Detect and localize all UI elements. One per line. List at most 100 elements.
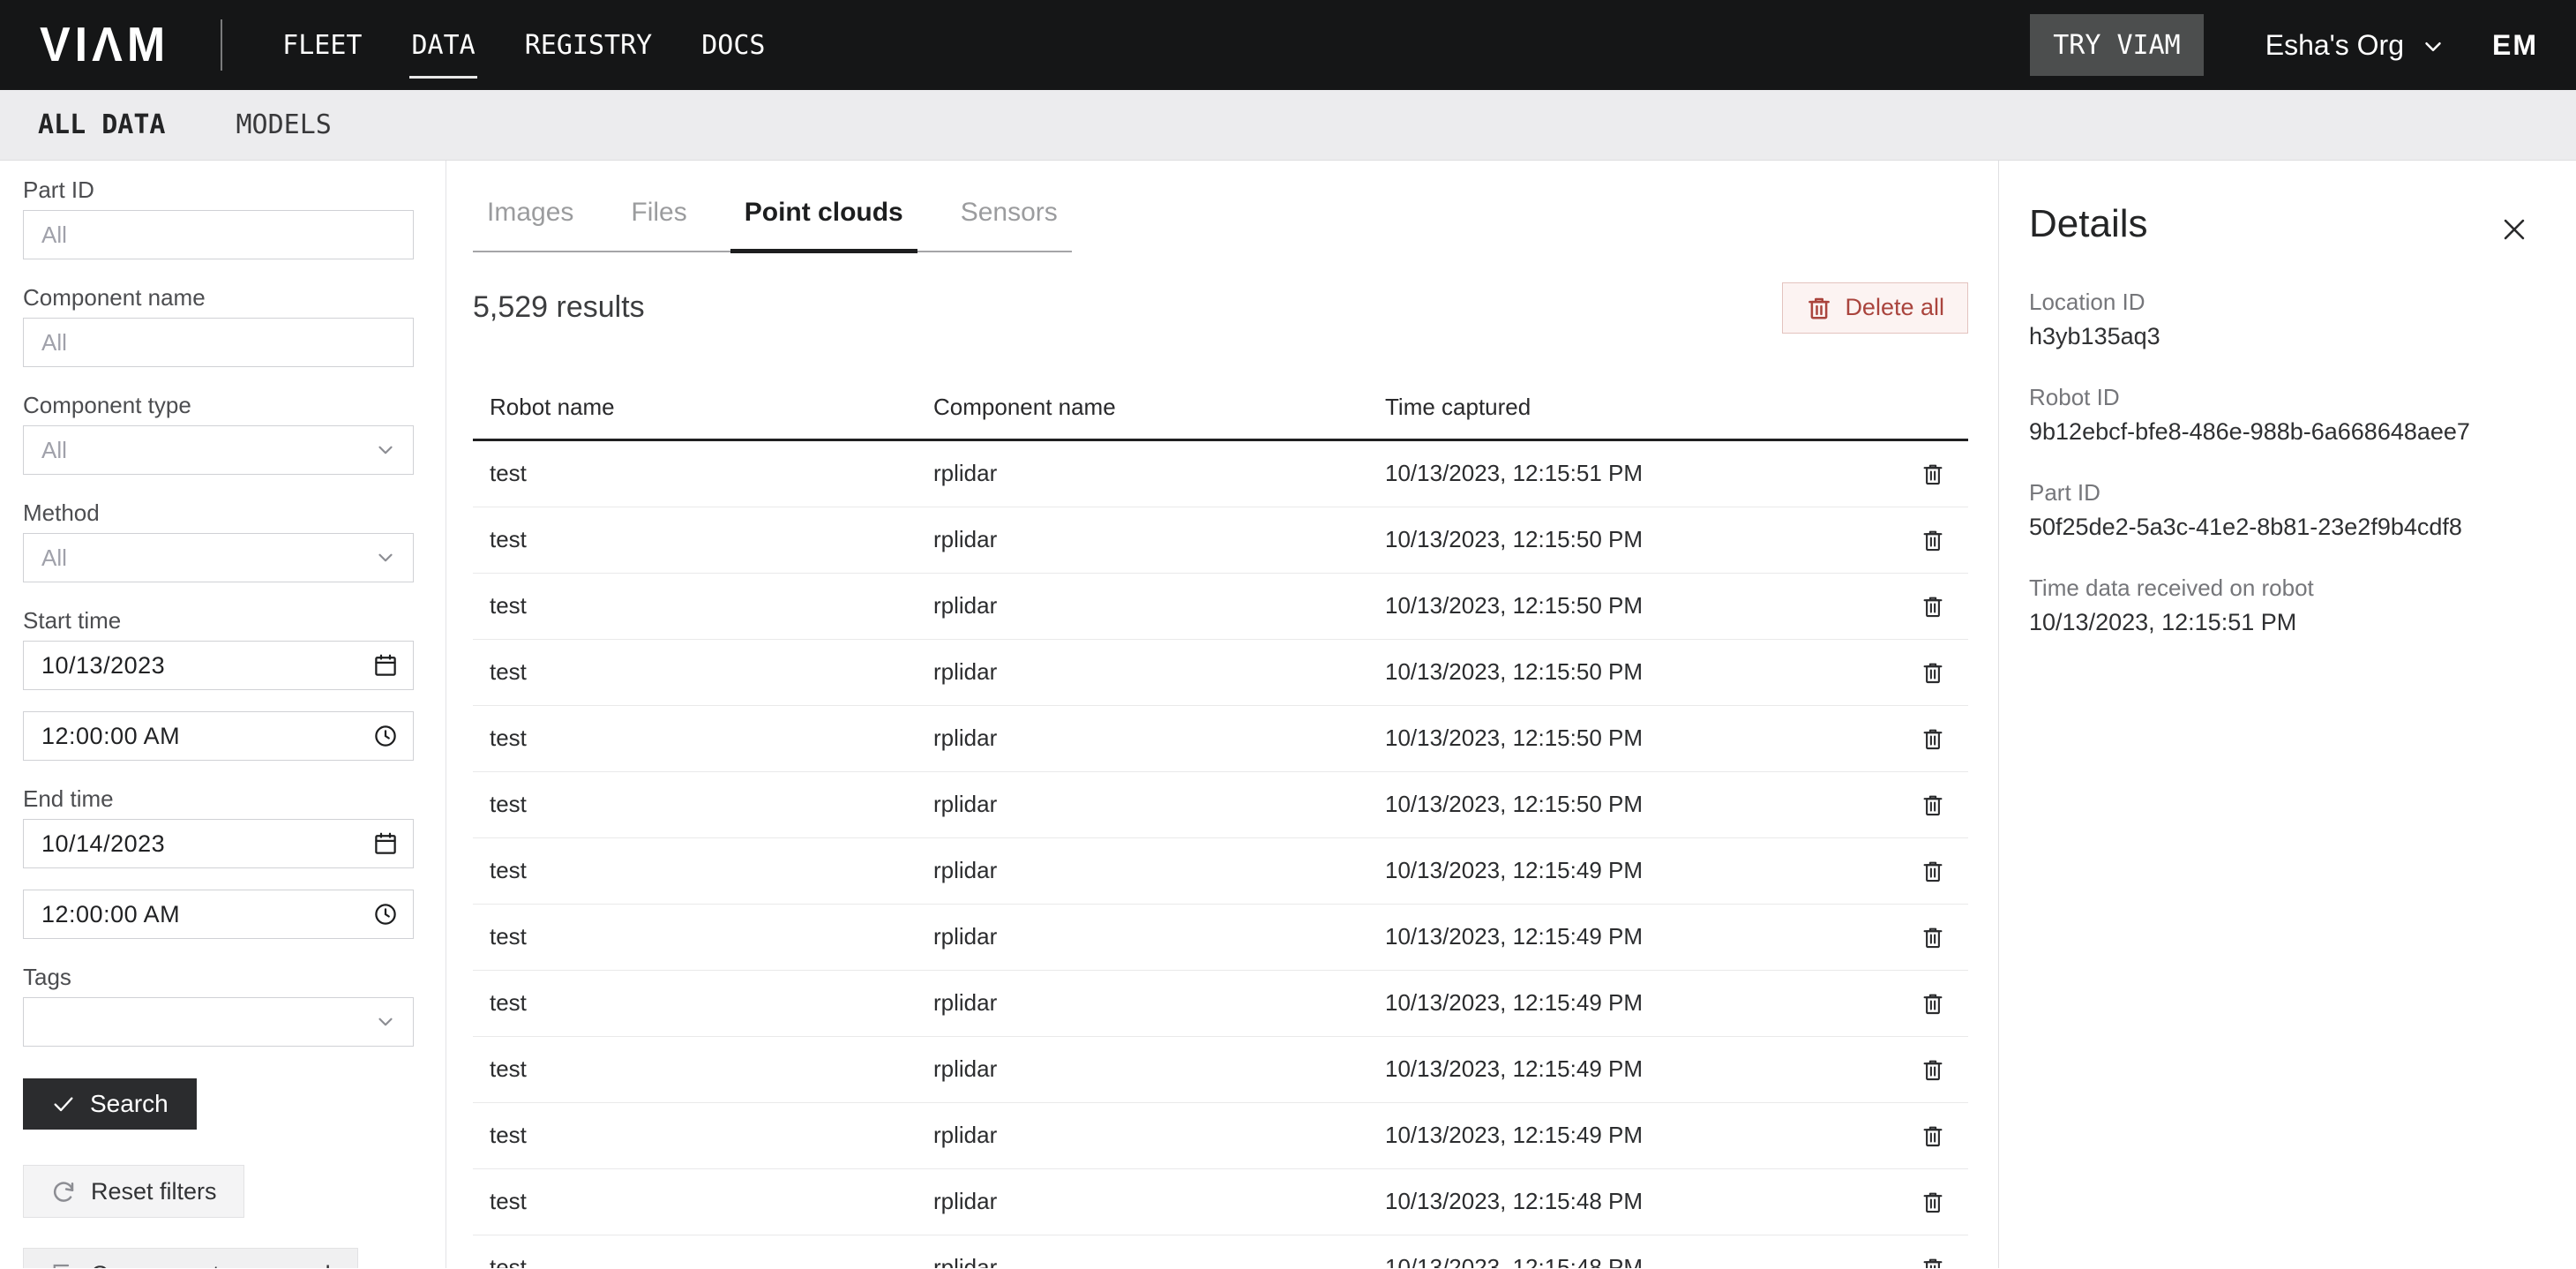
nav-link[interactable]: FLEET: [281, 25, 363, 66]
data-type-tabs: Images Files Point clouds Sensors: [473, 198, 1072, 252]
trash-icon: [1920, 1189, 1946, 1215]
details-field: Location ID h3yb135aq3: [2029, 289, 2541, 349]
calendar-icon[interactable]: [372, 830, 399, 857]
delete-row-button[interactable]: [1898, 1048, 1968, 1091]
delete-row-button[interactable]: [1898, 1247, 1968, 1269]
chevron-down-icon: [374, 1010, 397, 1033]
cell-robot-name: test: [490, 1122, 933, 1149]
table-row[interactable]: test rplidar 10/13/2023, 12:15:49 PM: [473, 838, 1968, 905]
delete-row-button[interactable]: [1898, 1115, 1968, 1157]
end-time-value: 12:00:00 AM: [41, 901, 180, 928]
viam-logo[interactable]: VIΛM: [40, 18, 169, 73]
tags-select[interactable]: [23, 997, 414, 1047]
nav-link[interactable]: REGISTRY: [523, 25, 655, 66]
cell-time-captured: 10/13/2023, 12:15:49 PM: [1385, 923, 1898, 950]
table-row[interactable]: test rplidar 10/13/2023, 12:15:50 PM: [473, 706, 1968, 772]
cell-component-name: rplidar: [933, 1188, 1385, 1215]
chevron-down-icon: [374, 439, 397, 462]
table-row[interactable]: test rplidar 10/13/2023, 12:15:50 PM: [473, 574, 1968, 640]
try-viam-button[interactable]: TRY VIAM: [2030, 14, 2204, 76]
cell-component-name: rplidar: [933, 857, 1385, 884]
close-icon: [2499, 214, 2529, 244]
cell-time-captured: 10/13/2023, 12:15:48 PM: [1385, 1188, 1898, 1215]
data-type-tab[interactable]: Sensors: [947, 198, 1072, 253]
component-name-input[interactable]: [23, 318, 414, 367]
nav-divider: [221, 19, 222, 71]
part-id-input[interactable]: [23, 210, 414, 259]
delete-row-button[interactable]: [1898, 850, 1968, 892]
table-row[interactable]: test rplidar 10/13/2023, 12:15:50 PM: [473, 507, 1968, 574]
delete-row-button[interactable]: [1898, 585, 1968, 627]
cell-component-name: rplidar: [933, 460, 1385, 487]
end-date-input[interactable]: 10/14/2023: [23, 819, 414, 868]
delete-row-button[interactable]: [1898, 784, 1968, 826]
details-field-label: Location ID: [2029, 289, 2541, 314]
search-button[interactable]: Search: [23, 1078, 197, 1130]
data-type-tab[interactable]: Point clouds: [730, 198, 917, 253]
table-row[interactable]: test rplidar 10/13/2023, 12:15:48 PM: [473, 1235, 1968, 1269]
org-switcher[interactable]: Esha's Org: [2265, 29, 2446, 62]
calendar-icon[interactable]: [372, 652, 399, 679]
component-type-label: Component type: [23, 394, 414, 417]
method-select[interactable]: All: [23, 533, 414, 582]
table-header: Robot name Component name Time captured: [473, 374, 1968, 441]
cell-component-name: rplidar: [933, 923, 1385, 950]
col-robot-name: Robot name: [490, 394, 933, 421]
cell-component-name: rplidar: [933, 592, 1385, 619]
close-details-button[interactable]: [2495, 210, 2534, 249]
cell-component-name: rplidar: [933, 1122, 1385, 1149]
start-date-value: 10/13/2023: [41, 652, 165, 680]
cell-time-captured: 10/13/2023, 12:15:49 PM: [1385, 1055, 1898, 1083]
details-field: Part ID 50f25de2-5a3c-41e2-8b81-23e2f9b4…: [2029, 480, 2541, 540]
delete-row-button[interactable]: [1898, 982, 1968, 1025]
copy-export-command-button[interactable]: Copy export command: [23, 1248, 358, 1268]
nav-link[interactable]: DATA: [409, 25, 476, 66]
cell-robot-name: test: [490, 1254, 933, 1268]
tabbar-item[interactable]: MODELS: [236, 109, 332, 140]
table-row[interactable]: test rplidar 10/13/2023, 12:15:51 PM: [473, 441, 1968, 507]
trash-icon: [1920, 1255, 1946, 1269]
data-type-tab[interactable]: Files: [617, 198, 700, 253]
table-row[interactable]: test rplidar 10/13/2023, 12:15:50 PM: [473, 772, 1968, 838]
delete-row-button[interactable]: [1898, 519, 1968, 561]
clock-icon[interactable]: [372, 901, 399, 927]
point-clouds-table: Robot name Component name Time captured …: [473, 374, 1968, 1269]
table-row[interactable]: test rplidar 10/13/2023, 12:15:48 PM: [473, 1169, 1968, 1235]
clock-icon[interactable]: [372, 723, 399, 749]
table-row[interactable]: test rplidar 10/13/2023, 12:15:49 PM: [473, 971, 1968, 1037]
table-row[interactable]: test rplidar 10/13/2023, 12:15:49 PM: [473, 1037, 1968, 1103]
delete-row-button[interactable]: [1898, 1181, 1968, 1223]
end-time-label: End time: [23, 787, 414, 810]
tabbar-item[interactable]: ALL DATA: [38, 109, 166, 140]
cell-time-captured: 10/13/2023, 12:15:50 PM: [1385, 658, 1898, 686]
cell-robot-name: test: [490, 857, 933, 884]
reset-filters-button[interactable]: Reset filters: [23, 1165, 244, 1218]
end-time-input[interactable]: 12:00:00 AM: [23, 890, 414, 939]
table-row[interactable]: test rplidar 10/13/2023, 12:15:49 PM: [473, 1103, 1968, 1169]
nav-link[interactable]: DOCS: [700, 25, 767, 66]
trash-icon: [1806, 295, 1832, 321]
user-avatar[interactable]: EM: [2492, 29, 2538, 62]
start-time-value: 12:00:00 AM: [41, 723, 180, 750]
data-type-tab[interactable]: Images: [473, 198, 588, 253]
start-date-input[interactable]: 10/13/2023: [23, 641, 414, 690]
delete-row-button[interactable]: [1898, 916, 1968, 958]
chevron-down-icon: [2420, 30, 2446, 60]
trash-icon: [1920, 1123, 1946, 1149]
cell-robot-name: test: [490, 1055, 933, 1083]
delete-row-button[interactable]: [1898, 453, 1968, 495]
delete-row-button[interactable]: [1898, 651, 1968, 694]
component-type-value: All: [41, 437, 67, 464]
cell-component-name: rplidar: [933, 658, 1385, 686]
top-nav-right: TRY VIAM Esha's Org EM: [2030, 14, 2538, 76]
table-row[interactable]: test rplidar 10/13/2023, 12:15:49 PM: [473, 905, 1968, 971]
delete-row-button[interactable]: [1898, 717, 1968, 760]
delete-all-button[interactable]: Delete all: [1782, 282, 1968, 334]
details-field: Time data received on robot 10/13/2023, …: [2029, 575, 2541, 635]
table-row[interactable]: test rplidar 10/13/2023, 12:15:50 PM: [473, 640, 1968, 706]
component-type-select[interactable]: All: [23, 425, 414, 475]
trash-icon: [1920, 1056, 1946, 1083]
trash-icon: [1920, 527, 1946, 553]
tags-label: Tags: [23, 965, 414, 988]
start-time-input[interactable]: 12:00:00 AM: [23, 711, 414, 761]
